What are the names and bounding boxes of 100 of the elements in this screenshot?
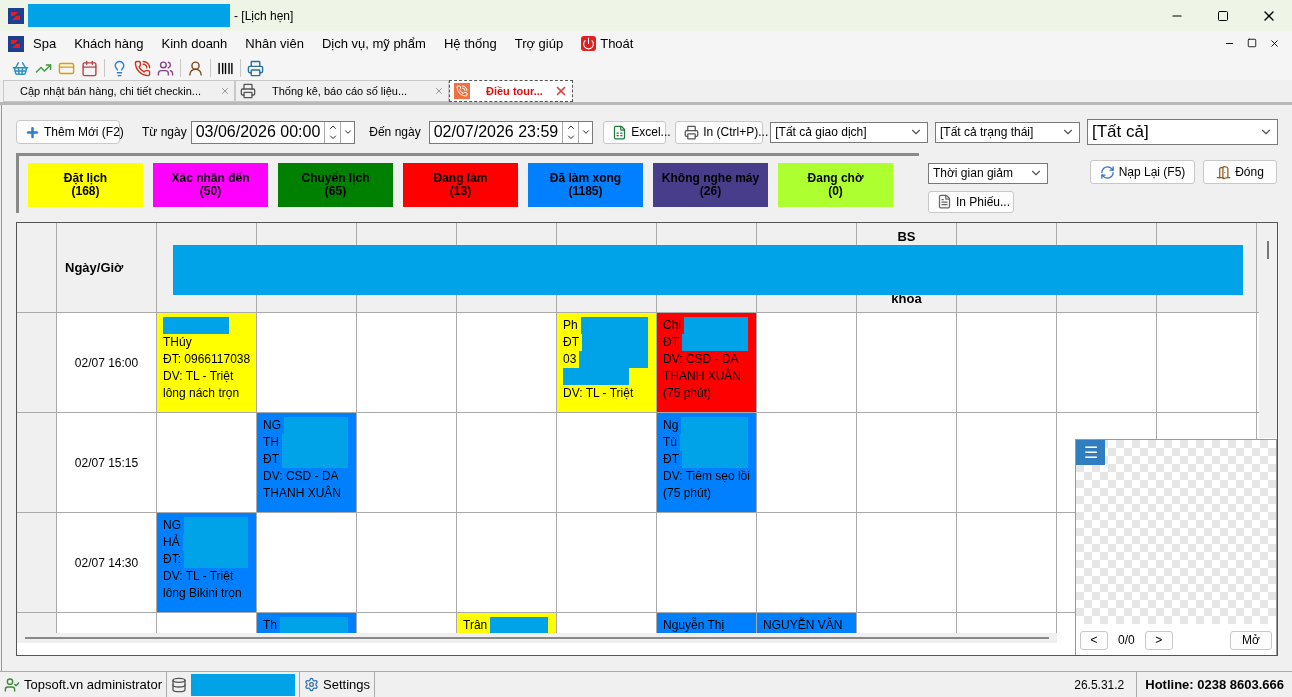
dropdown-icon[interactable] — [342, 127, 353, 137]
printer-icon[interactable] — [247, 59, 264, 77]
appointment-text: ĐT: — [163, 551, 181, 568]
dropdown-select[interactable]: Thời gian giảm — [928, 163, 1048, 184]
dropdown-select[interactable]: [Tất cả giao dịch] — [770, 121, 928, 143]
appointment-text: DV: TL - Triệt — [163, 368, 234, 385]
close-tab-icon[interactable] — [220, 86, 230, 96]
appointment-text: DV: TL - Triệt — [163, 568, 234, 585]
users-icon[interactable] — [157, 59, 174, 77]
appointment-text: HẢ — [163, 534, 180, 551]
date-field[interactable]: 03/06/2026 00:00 — [190, 120, 356, 144]
dropdown-select[interactable]: [Tất cả] — [1087, 119, 1278, 145]
settings-link[interactable]: Settings — [323, 674, 370, 695]
appointment-text: (75 phút) — [663, 485, 712, 502]
date-field[interactable]: 02/07/2026 23:59 — [428, 120, 594, 144]
horizontal-scrollbar[interactable] — [17, 633, 1057, 643]
document-tab[interactable]: Cập nhật bán hàng, chi tiết checkin... — [3, 80, 235, 102]
menu-button[interactable]: ☰ — [1076, 440, 1105, 465]
from-label: Từ ngày — [142, 124, 187, 141]
app-logo-icon — [8, 7, 24, 24]
column-header: BS — [897, 228, 916, 246]
close-tab-icon[interactable] — [554, 84, 568, 98]
restore-icon[interactable] — [1247, 38, 1257, 48]
menu-item[interactable]: Nhân viên — [236, 33, 313, 54]
appointment-card[interactable]: Ng Tù ĐT DV: Tiêm sẹo lồi (75 phút) — [657, 413, 756, 512]
status-legend-button[interactable]: Xác nhận đến (50) — [153, 162, 268, 207]
appointment-text: 03 — [563, 351, 577, 368]
to-label: Đến ngày — [369, 124, 421, 141]
status-legend-button[interactable]: Chuyển lịch (65) — [278, 162, 393, 207]
appointment-card[interactable]: NG HẢ ĐT: DV: TL - Triệt lông Bikini trọn — [157, 513, 256, 612]
menu-item[interactable]: Thoát — [572, 33, 643, 54]
plus-icon — [25, 124, 40, 140]
menu-item[interactable]: Dịch vụ, mỹ phẩm — [312, 33, 435, 54]
previous-button[interactable]: < — [1080, 630, 1108, 650]
user-icon[interactable] — [187, 59, 204, 77]
status-legend-button[interactable]: Đang làm (13) — [403, 162, 518, 207]
appointment-text: Trân — [463, 617, 488, 633]
version-text: 26.5.31.2 — [1062, 672, 1138, 697]
appointment-text: THANH XUÂN — [663, 368, 741, 385]
document-tab[interactable]: Điều tour... — [449, 80, 573, 102]
dropdown-icon[interactable] — [580, 127, 591, 137]
appointment-card[interactable]: Nguyễn Thị — [657, 613, 756, 633]
appointment-text: Th — [263, 617, 277, 633]
appointment-card[interactable]: NGUYỄN VĂN — [757, 613, 856, 633]
dropdown-select[interactable]: [Tất cả trạng thái] — [934, 121, 1080, 143]
appointment-text: (75 phút) — [663, 385, 712, 402]
settings-icon — [304, 677, 319, 692]
status-legend-button[interactable]: Đã làm xong (1185) — [528, 162, 643, 207]
appointment-text: Ng — [663, 417, 679, 434]
status-legend-button[interactable]: Đặt lịch (168) — [28, 162, 143, 207]
appointment-card[interactable]: Trân — [457, 613, 556, 633]
basket-icon[interactable] — [12, 59, 29, 77]
phone-icon[interactable] — [134, 59, 151, 77]
appointment-text: TH — [263, 434, 279, 451]
open-button[interactable]: Mở — [1230, 630, 1272, 650]
menu-item[interactable]: Kinh doanh — [152, 33, 237, 54]
window-title: - [Lịch hẹn] — [234, 7, 294, 25]
appointment-text: NG — [263, 417, 281, 434]
appointment-text: Chi — [663, 317, 681, 334]
appointment-card[interactable]: THúy ĐT: 0966117038 DV: TL - Triệt lông nách trọn — [157, 313, 256, 412]
appointment-text: DV: Tiêm sẹo lồi — [663, 468, 750, 485]
column-header: Ngày/Giờ — [57, 223, 157, 312]
appointment-text: Ph — [563, 317, 578, 334]
appointment-text: ĐT: 0966117038 — [163, 351, 251, 368]
appointment-text: DV: CSD - DA — [263, 468, 339, 485]
menu-item[interactable]: Khách hàng — [65, 33, 153, 54]
phone-icon — [454, 83, 470, 99]
document-tab[interactable]: Thống kê, báo cáo số liệu... — [235, 80, 449, 102]
appointment-text: ĐT — [263, 451, 279, 468]
vertical-scrollbar[interactable] — [1259, 223, 1277, 438]
appointment-text: NGUYỄN VĂN — [763, 617, 843, 633]
column-header: khoa — [891, 289, 922, 308]
menu-item[interactable]: Trợ giúp — [505, 33, 573, 54]
appointment-text: lông Bikini trọn — [163, 585, 242, 602]
reload-button[interactable]: Nạp Lại (F5) — [1090, 160, 1195, 184]
status-legend-button[interactable]: Đang chờ (0) — [778, 162, 893, 207]
appointment-text: NG — [163, 517, 181, 534]
hotline-text: Hotline: 0238 8603.666 — [1144, 675, 1285, 694]
refresh-icon — [1099, 164, 1115, 180]
appointment-text: Tù — [663, 434, 677, 451]
next-button[interactable]: > — [1144, 630, 1173, 650]
print-slip-button[interactable]: In Phiếu... — [928, 190, 1014, 213]
time-cell-text: 02/07 16:00 — [74, 354, 139, 372]
calendar-icon[interactable] — [81, 59, 98, 77]
door-icon — [1216, 164, 1232, 180]
appointment-text: Nguyễn Thị — [663, 617, 725, 633]
menu-item[interactable]: Hệ thống — [434, 33, 506, 54]
close-button[interactable]: Đóng — [1203, 160, 1277, 184]
close-tab-icon[interactable] — [434, 86, 444, 96]
printer-icon — [684, 124, 700, 140]
time-cell-text: 02/07 15:15 — [74, 454, 139, 472]
appointment-card[interactable]: Th — [257, 613, 356, 633]
app-logo-icon — [8, 35, 24, 52]
appointment-card[interactable]: Chi ĐT DV: CSD - DA THANH XUÂN (75 phút) — [657, 313, 756, 412]
power-icon — [581, 36, 597, 51]
menu-item[interactable]: Spa — [24, 33, 66, 54]
appointment-card[interactable]: Ph ĐT 03 DV: TL - Triệt — [557, 313, 656, 412]
appointment-card[interactable]: NG TH ĐT DV: CSD - DA THANH XUÂN — [257, 413, 356, 512]
close-icon[interactable] — [1269, 38, 1280, 49]
user-icon — [4, 676, 20, 693]
